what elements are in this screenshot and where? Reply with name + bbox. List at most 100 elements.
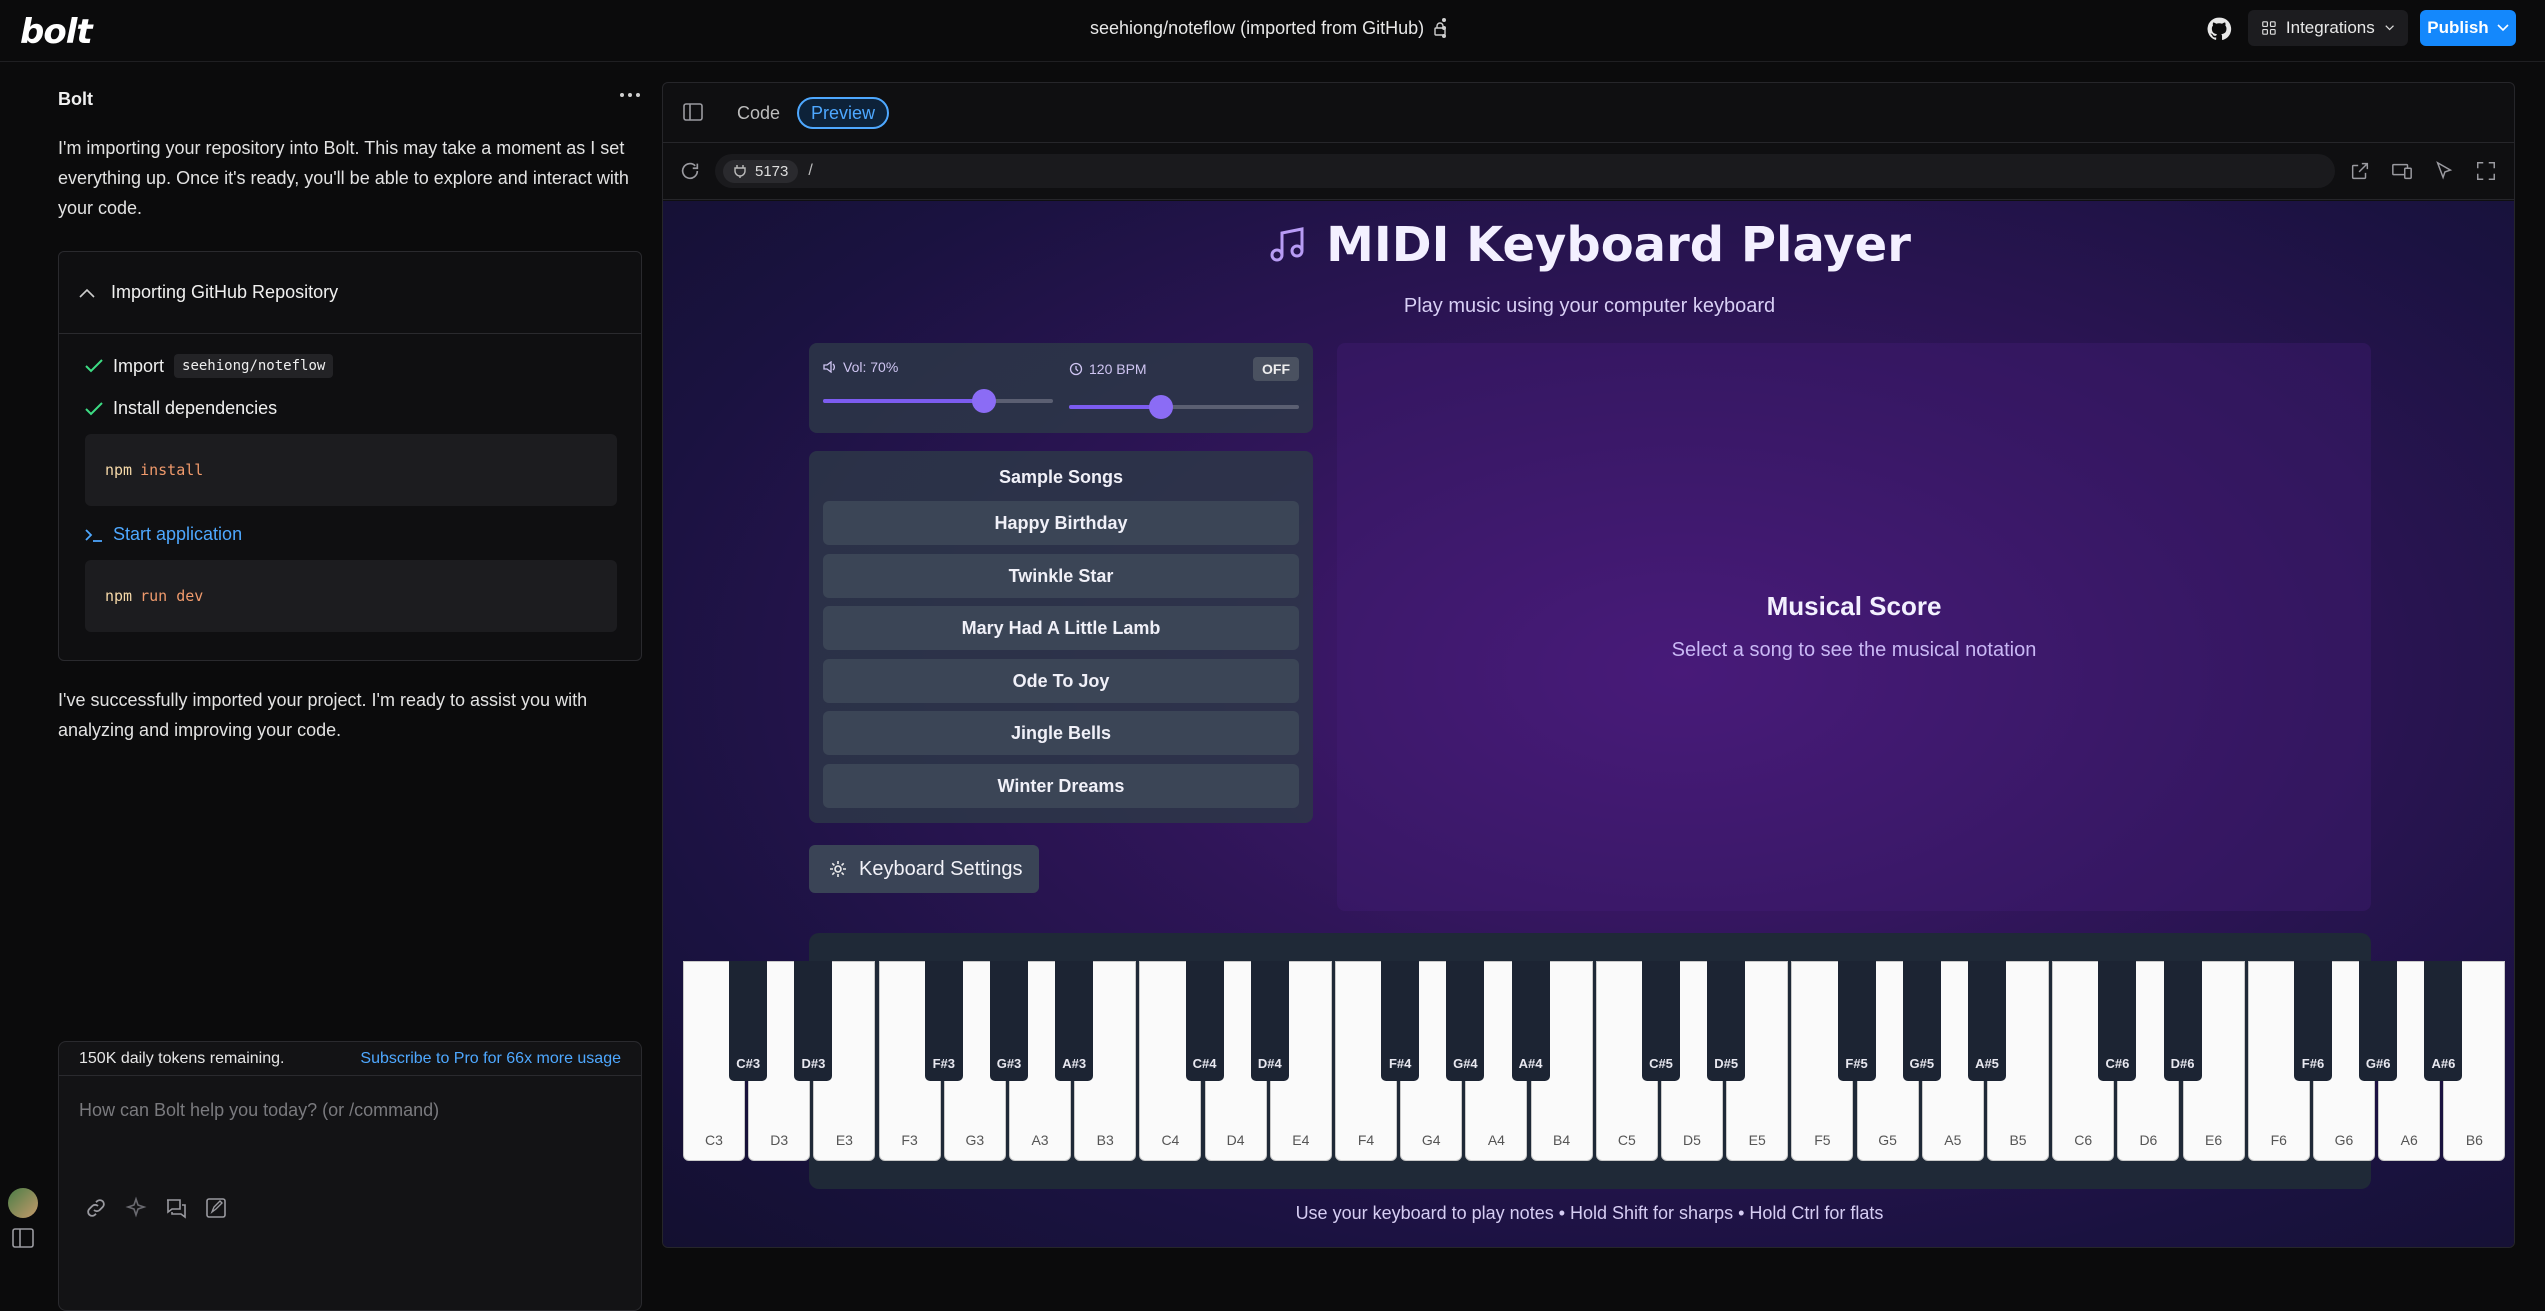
edit-icon[interactable] [204, 1196, 228, 1220]
subscribe-link[interactable]: Subscribe to Pro for 66x more usage [360, 1050, 621, 1068]
sidebar-toggle-icon[interactable] [12, 1228, 34, 1248]
key-label: F#6 [2301, 1056, 2325, 1071]
dev-command[interactable]: npm run dev [85, 560, 617, 632]
publish-button[interactable]: Publish [2420, 10, 2516, 46]
black-key[interactable]: F#3 [924, 961, 963, 1081]
avatar[interactable] [8, 1188, 38, 1218]
import-box-header[interactable]: Importing GitHub Repository [59, 252, 641, 334]
key-label: A#5 [1975, 1056, 1999, 1071]
black-key[interactable]: C#4 [1185, 961, 1224, 1081]
install-command[interactable]: npm install [85, 434, 617, 506]
project-title[interactable]: seehiong/noteflow (imported from GitHub) [1090, 18, 1446, 39]
black-key[interactable]: C#5 [1642, 961, 1680, 1081]
song-button[interactable]: Mary Had A Little Lamb [823, 606, 1299, 650]
black-key[interactable]: G#6 [2359, 961, 2398, 1081]
bolt-logo[interactable]: bolt [20, 12, 93, 52]
publish-label: Publish [2427, 18, 2489, 37]
black-key[interactable]: D#6 [2163, 961, 2202, 1081]
key-label: B4 [1553, 1132, 1571, 1148]
key-label: C#5 [1649, 1056, 1673, 1071]
check-icon [85, 401, 103, 415]
key-label: B3 [1096, 1132, 1114, 1148]
black-key[interactable]: A#6 [2424, 961, 2463, 1081]
key-label: G4 [1421, 1132, 1441, 1148]
key-label: G#3 [996, 1056, 1022, 1071]
key-label: G#5 [1909, 1056, 1935, 1071]
github-icon[interactable] [2206, 16, 2232, 42]
key-label: D#5 [1714, 1056, 1739, 1071]
black-key[interactable]: G#5 [1902, 961, 1941, 1081]
terminal-icon [85, 528, 102, 542]
song-button[interactable]: Happy Birthday [823, 501, 1299, 545]
keyboard-hint: Use your keyboard to play notes • Hold S… [1295, 1203, 1884, 1223]
fullscreen-icon[interactable] [2475, 160, 2497, 182]
cmd-keyword: npm [105, 461, 133, 479]
key-label: D3 [770, 1132, 789, 1148]
keyboard-settings-button[interactable]: Keyboard Settings [809, 845, 1039, 893]
chat-input[interactable] [79, 1100, 619, 1220]
black-key[interactable]: D#4 [1250, 961, 1289, 1081]
black-key[interactable]: A#3 [1055, 961, 1094, 1081]
black-key[interactable]: C#3 [729, 961, 768, 1081]
key-label: F#4 [1388, 1056, 1412, 1071]
black-key[interactable]: C#6 [2098, 961, 2137, 1081]
score-title: Musical Score [1766, 591, 1942, 621]
project-menu-button[interactable] [1436, 14, 1452, 42]
key-label: A4 [1487, 1132, 1505, 1148]
tab-code[interactable]: Code [725, 97, 792, 129]
reload-icon[interactable] [679, 160, 701, 182]
tokens-remaining: 150K daily tokens remaining. [79, 1049, 285, 1067]
app-title-text: MIDI Keyboard Player [1326, 217, 1911, 273]
panel-toggle-icon[interactable] [683, 103, 703, 121]
cmd-keyword: npm [105, 587, 133, 605]
step-install-label: Install dependencies [113, 398, 278, 418]
url-bar: 5173 [715, 154, 2335, 188]
tab-preview[interactable]: Preview [797, 97, 890, 129]
open-external-icon[interactable] [2349, 160, 2371, 182]
done-message: I've successfully imported your project.… [58, 690, 588, 740]
inspector-icon[interactable] [2433, 160, 2455, 182]
keyboard-settings-label: Keyboard Settings [859, 857, 1023, 880]
project-title-text: seehiong/noteflow (imported from GitHub) [1090, 18, 1425, 38]
chat-menu-button[interactable] [620, 93, 640, 97]
key-label: D#6 [2170, 1056, 2195, 1071]
port-selector[interactable]: 5173 [723, 159, 799, 183]
volume-slider[interactable] [823, 389, 1053, 413]
chevron-down-icon [2385, 25, 2394, 31]
black-key[interactable]: F#4 [1381, 961, 1420, 1081]
key-label: G5 [1878, 1132, 1897, 1148]
import-box-title: Importing GitHub Repository [111, 282, 339, 302]
metronome-toggle-button[interactable]: OFF [1253, 357, 1299, 381]
import-box: Importing GitHub Repository Import seehi… [58, 251, 642, 661]
song-button[interactable]: Jingle Bells [823, 711, 1299, 755]
key-label: C3 [705, 1132, 723, 1148]
cmd-args: run dev [140, 587, 204, 605]
discuss-icon[interactable] [164, 1196, 188, 1220]
device-preview-icon[interactable] [2391, 160, 2413, 182]
key-label: F#5 [1845, 1056, 1868, 1071]
black-key[interactable]: A#4 [1511, 961, 1550, 1081]
chevron-up-icon [79, 288, 95, 298]
black-key[interactable]: A#5 [1968, 961, 2006, 1081]
black-key[interactable]: D#5 [1707, 961, 1746, 1081]
url-path-input[interactable] [808, 162, 2309, 180]
bpm-slider-thumb[interactable] [1149, 395, 1173, 419]
song-button[interactable]: Twinkle Star [823, 554, 1299, 598]
black-key[interactable]: G#4 [1446, 961, 1485, 1081]
key-label: F#3 [932, 1056, 955, 1071]
song-button[interactable]: Ode To Joy [823, 659, 1299, 703]
bpm-text: 120 BPM [1089, 361, 1147, 377]
black-key[interactable]: F#6 [2294, 961, 2332, 1081]
bpm-slider[interactable] [1069, 395, 1299, 419]
intro-message: I'm importing your repository into Bolt.… [58, 138, 629, 218]
black-key[interactable]: F#5 [1837, 961, 1876, 1081]
token-bar: 150K daily tokens remaining. Subscribe t… [58, 1041, 642, 1075]
sparkle-icon[interactable] [124, 1196, 148, 1220]
integrations-button[interactable]: Integrations [2248, 10, 2408, 46]
black-key[interactable]: G#3 [990, 961, 1028, 1081]
link-icon[interactable] [84, 1196, 108, 1220]
volume-slider-thumb[interactable] [972, 389, 996, 413]
step-start-app[interactable]: Start application [85, 524, 242, 545]
black-key[interactable]: D#3 [794, 961, 833, 1081]
song-button[interactable]: Winter Dreams [823, 764, 1299, 808]
